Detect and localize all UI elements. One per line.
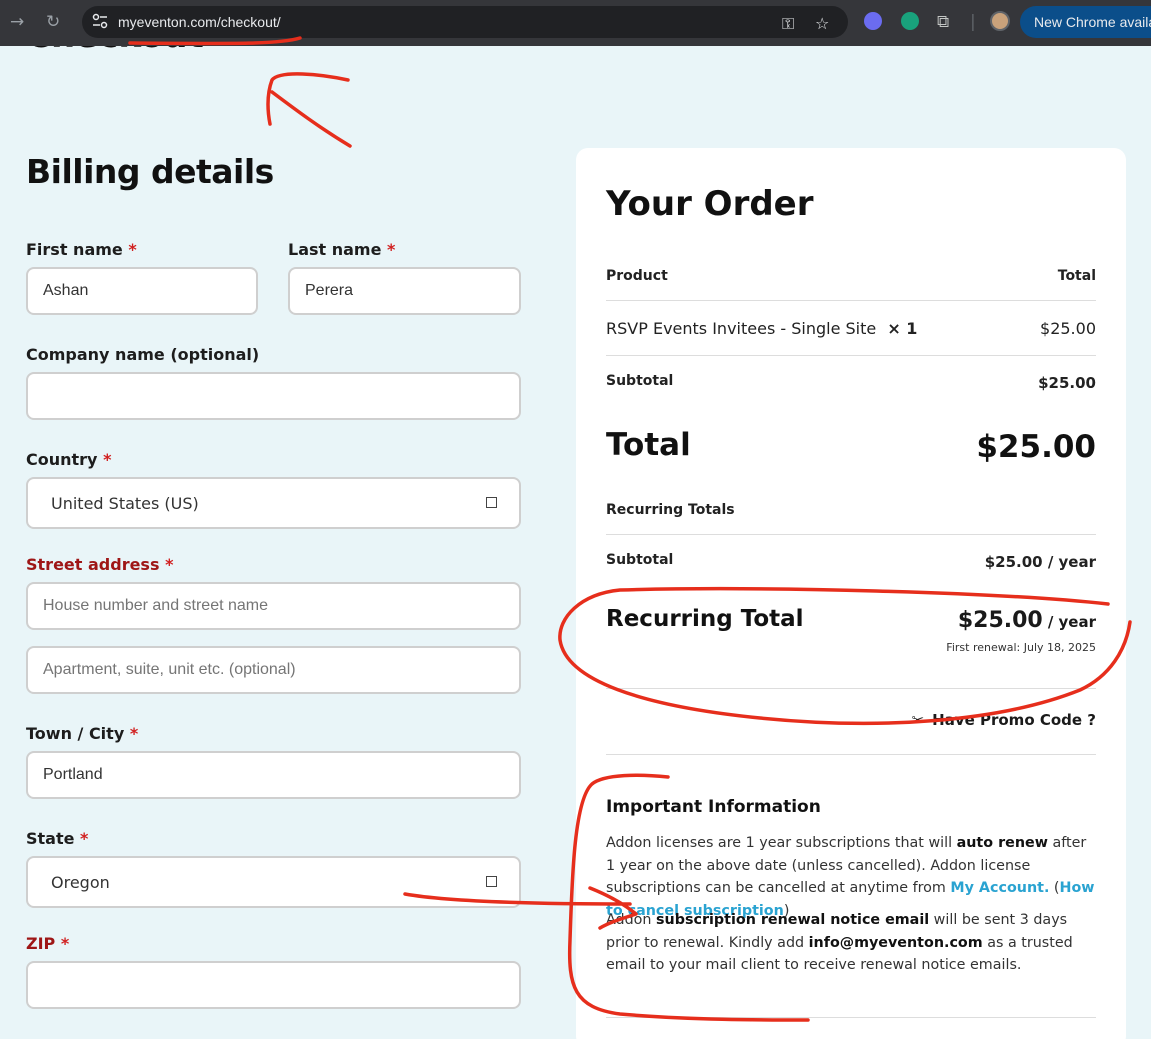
- state-value: Oregon: [51, 872, 110, 892]
- apartment-input[interactable]: Apartment, suite, unit etc. (optional): [26, 646, 521, 694]
- country-value: United States (US): [51, 493, 199, 513]
- order-item: RSVP Events Invitees - Single Site × 1: [606, 319, 917, 338]
- chrome-update-button[interactable]: New Chrome availa: [1020, 6, 1151, 38]
- recurring-total-value: $25.00 / year: [958, 608, 1096, 633]
- last-name-field[interactable]: Perera: [288, 267, 521, 315]
- first-renewal-date: First renewal: July 18, 2025: [946, 641, 1096, 654]
- my-account-link[interactable]: My Account.: [950, 880, 1049, 896]
- billing-heading: Billing details: [26, 152, 274, 191]
- order-title: Your Order: [606, 184, 814, 224]
- divider: [606, 1017, 1096, 1018]
- promo-code-label: Have Promo Code ?: [932, 711, 1096, 729]
- zip-label: ZIP *: [26, 934, 70, 953]
- subtotal-value: $25.00: [1038, 374, 1096, 392]
- password-key-icon[interactable]: ⚿: [782, 14, 794, 34]
- recurring-total-label: Recurring Total: [606, 606, 804, 632]
- street-address-input[interactable]: House number and street name: [26, 582, 521, 630]
- country-label: Country *: [26, 450, 112, 469]
- recurring-subtotal-label: Subtotal: [606, 552, 674, 568]
- scissors-icon: ✂: [911, 711, 925, 729]
- chatgpt-extension-icon[interactable]: [901, 12, 919, 30]
- first-name-label: First name *: [26, 240, 137, 259]
- divider: [606, 300, 1096, 301]
- reload-icon[interactable]: ↻: [46, 12, 60, 32]
- divider: [606, 688, 1096, 689]
- recurring-total-amount: $25.00: [957, 608, 1043, 633]
- street-address-label: Street address *: [26, 555, 174, 574]
- url-arrow-mark: [266, 72, 352, 148]
- important-info-title: Important Information: [606, 797, 821, 817]
- zip-field[interactable]: [26, 961, 521, 1009]
- address-bar[interactable]: myeventon.com/checkout/ ⚿ ☆: [82, 6, 848, 38]
- bookmark-star-icon[interactable]: ☆: [815, 14, 829, 33]
- company-label: Company name (optional): [26, 345, 260, 364]
- profile-avatar[interactable]: [990, 11, 1010, 31]
- item-price: $25.00: [1040, 319, 1096, 338]
- browser-toolbar: → ↻ myeventon.com/checkout/ ⚿ ☆ ⧉ | New …: [0, 0, 1151, 46]
- total-column-header: Total: [1057, 268, 1096, 284]
- forward-icon[interactable]: →: [10, 12, 24, 32]
- renewal-notice-paragraph: Addon subscription renewal notice email …: [606, 912, 1073, 973]
- country-select[interactable]: United States (US): [26, 477, 521, 529]
- site-info-icon[interactable]: [92, 13, 108, 29]
- city-field[interactable]: Portland: [26, 751, 521, 799]
- product-column-header: Product: [606, 268, 668, 284]
- last-name-label: Last name *: [288, 240, 396, 259]
- item-quantity: × 1: [887, 319, 918, 338]
- subtotal-label: Subtotal: [606, 373, 674, 389]
- divider: [606, 355, 1096, 356]
- dropdown-icon: [486, 876, 497, 887]
- extension-icon[interactable]: [864, 12, 882, 30]
- order-summary-card: Your Order Product Total RSVP Events Inv…: [576, 148, 1126, 1039]
- state-select[interactable]: Oregon: [26, 856, 521, 908]
- url-text: myeventon.com/checkout/: [118, 14, 281, 30]
- recurring-totals-heading: Recurring Totals: [606, 502, 735, 518]
- recurring-total-period: / year: [1047, 613, 1096, 631]
- dropdown-icon: [486, 497, 497, 508]
- divider: [606, 534, 1096, 535]
- promo-code-toggle[interactable]: ✂ Have Promo Code ?: [912, 711, 1096, 729]
- first-name-field[interactable]: Ashan: [26, 267, 258, 315]
- toolbar-divider: |: [970, 12, 976, 32]
- total-value: $25.00: [976, 429, 1096, 465]
- recurring-subtotal-value: $25.00 / year: [984, 553, 1096, 571]
- item-name: RSVP Events Invitees - Single Site: [606, 319, 877, 338]
- divider: [606, 754, 1096, 755]
- company-field[interactable]: [26, 372, 521, 420]
- city-label: Town / City *: [26, 724, 139, 743]
- extensions-puzzle-icon[interactable]: ⧉: [937, 12, 949, 32]
- state-label: State *: [26, 829, 89, 848]
- total-label: Total: [606, 427, 691, 463]
